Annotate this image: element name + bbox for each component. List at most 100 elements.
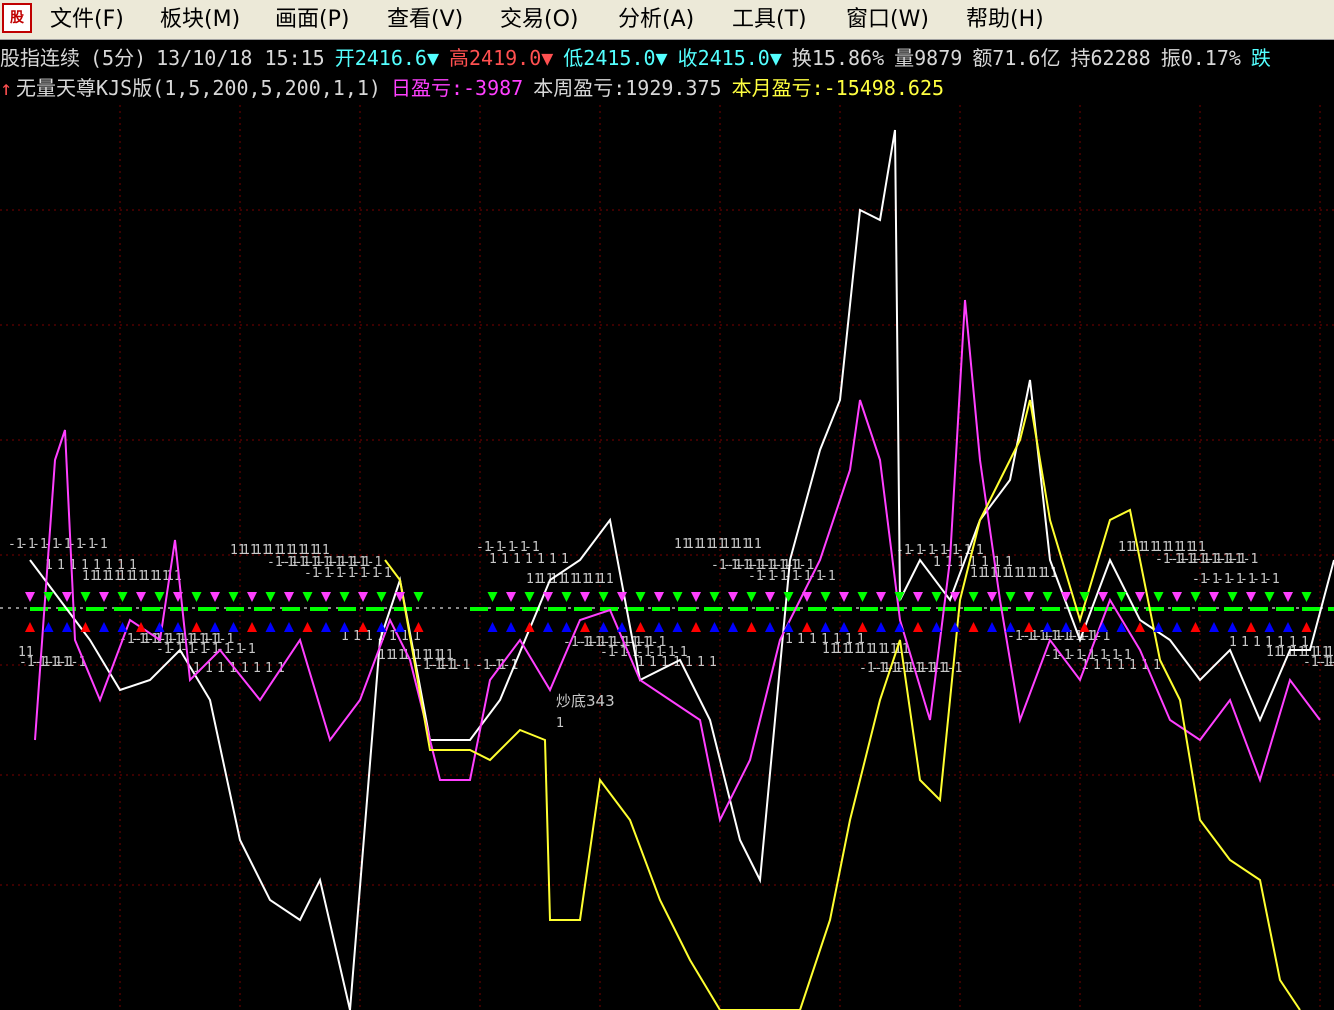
blue-up-triangle-icon bbox=[617, 622, 627, 632]
blue-up-triangle-icon bbox=[1042, 622, 1053, 632]
signal-band-text: 1 bbox=[105, 558, 113, 573]
open-interest: 持62288 bbox=[1070, 46, 1151, 70]
magenta-down-triangle-icon bbox=[284, 592, 294, 602]
blue-up-triangle-icon bbox=[395, 622, 405, 632]
blue-up-triangle-icon bbox=[987, 622, 997, 632]
monthly-pnl: 本月盈亏:-15498.625 bbox=[731, 76, 945, 100]
blue-up-triangle-icon bbox=[1061, 622, 1071, 632]
green-down-triangle-icon bbox=[1153, 592, 1164, 602]
signal-band-text: -1 bbox=[92, 537, 108, 552]
blue-up-triangle-icon bbox=[43, 622, 54, 632]
green-down-triangle-icon bbox=[413, 592, 424, 602]
red-up-arrow-icon: ↑ bbox=[0, 76, 13, 100]
signal-band-text: -1-1 bbox=[203, 632, 234, 647]
signal-band-text: 11 bbox=[746, 537, 762, 552]
signal-band-text: 1 bbox=[1301, 635, 1309, 650]
signal-band-text: -1-1 bbox=[635, 635, 666, 650]
red-up-triangle-icon bbox=[1301, 622, 1312, 632]
signal-band-text: -1 bbox=[524, 540, 540, 555]
red-up-triangle-icon bbox=[1079, 622, 1090, 632]
signal-band-text: 1 bbox=[697, 655, 705, 670]
green-down-triangle-icon bbox=[524, 592, 535, 602]
signal-band-text: -1-1 bbox=[351, 555, 382, 570]
signal-band-text: 1 bbox=[1289, 635, 1297, 650]
instrument-name: 股指连续 bbox=[0, 46, 80, 70]
magenta-down-triangle-icon bbox=[765, 592, 775, 602]
datetime: 13/10/18 15:15 bbox=[156, 46, 325, 70]
signal-band-text: 1 bbox=[833, 632, 841, 647]
blue-up-triangle-icon bbox=[117, 622, 128, 632]
blue-up-triangle-icon bbox=[339, 622, 350, 632]
white-indicator-line bbox=[29, 129, 1334, 1010]
magenta-down-triangle-icon bbox=[1024, 592, 1034, 602]
indicator-formula[interactable]: 无量天尊KJS版(1,5,200,5,200,1,1) bbox=[16, 76, 381, 100]
red-up-triangle-icon bbox=[913, 622, 923, 632]
open-price: 开2416.6▼ bbox=[334, 46, 439, 70]
blue-up-triangle-icon bbox=[1153, 622, 1164, 632]
signal-band-text: 11 bbox=[1190, 540, 1206, 555]
signal-band-text: 1 bbox=[1229, 635, 1237, 650]
chart-annotation: 炒底343 bbox=[556, 692, 615, 710]
blue-up-triangle-icon bbox=[820, 622, 831, 632]
signal-band-text: 1 bbox=[1241, 635, 1249, 650]
green-down-triangle-icon bbox=[1264, 592, 1275, 602]
magenta-down-triangle-icon bbox=[580, 592, 590, 602]
signal-band-text: 1 bbox=[821, 632, 829, 647]
blue-up-triangle-icon bbox=[1172, 622, 1182, 632]
high-price: 高2419.0▼ bbox=[449, 46, 554, 70]
signal-band-text: 1 bbox=[57, 558, 65, 573]
magenta-indicator-line bbox=[34, 299, 1321, 824]
magenta-down-triangle-icon bbox=[691, 592, 701, 602]
magenta-down-triangle-icon bbox=[25, 592, 35, 602]
signal-band-text: 1 bbox=[253, 661, 261, 676]
red-up-triangle-icon bbox=[968, 622, 979, 632]
red-up-triangle-icon bbox=[524, 622, 535, 632]
blue-up-triangle-icon bbox=[728, 622, 738, 632]
green-down-triangle-icon bbox=[117, 592, 128, 602]
signal-band-text: 1 bbox=[265, 661, 273, 676]
magenta-down-triangle-icon bbox=[913, 592, 923, 602]
signal-band-text: -1-1 bbox=[783, 558, 814, 573]
signal-band-text: -1 bbox=[1116, 648, 1132, 663]
green-down-triangle-icon bbox=[1042, 592, 1053, 602]
green-down-triangle-icon bbox=[154, 592, 165, 602]
signal-band-text: 11 bbox=[18, 645, 34, 660]
signal-band-text: 1 bbox=[217, 661, 225, 676]
green-down-triangle-icon bbox=[1079, 592, 1090, 602]
signal-band-text: 1 bbox=[241, 661, 249, 676]
indicator-chart[interactable]: -1111-1-1-1111-1-1-1111-1-1111-1-1-1111-… bbox=[0, 0, 1334, 1010]
signal-band-text: 1 bbox=[857, 632, 865, 647]
blue-up-triangle-icon bbox=[1264, 622, 1275, 632]
signal-band-text: -1 bbox=[240, 642, 256, 657]
green-down-triangle-icon bbox=[1227, 592, 1238, 602]
change-label: 跌 bbox=[1250, 46, 1271, 70]
green-down-triangle-icon bbox=[1190, 592, 1201, 602]
magenta-down-triangle-icon bbox=[1246, 592, 1256, 602]
red-up-triangle-icon bbox=[25, 622, 35, 632]
blue-up-triangle-icon bbox=[709, 622, 720, 632]
magenta-down-triangle-icon bbox=[987, 592, 997, 602]
blue-up-triangle-icon bbox=[672, 622, 683, 632]
signal-band-text: 1 bbox=[117, 558, 125, 573]
signal-markers bbox=[25, 592, 1312, 632]
signal-band-text: 1 bbox=[69, 558, 77, 573]
amplitude: 振0.17% bbox=[1160, 46, 1241, 70]
volume: 量9879 bbox=[894, 46, 963, 70]
signal-band-text: 1 bbox=[797, 632, 805, 647]
green-down-triangle-icon bbox=[709, 592, 720, 602]
green-down-triangle-icon bbox=[783, 592, 794, 602]
green-down-triangle-icon bbox=[487, 592, 498, 602]
red-up-triangle-icon bbox=[580, 622, 590, 632]
low-price: 低2415.0▼ bbox=[563, 46, 668, 70]
daily-pnl: 日盈亏:-3987 bbox=[390, 76, 524, 100]
amount: 额71.6亿 bbox=[972, 46, 1061, 70]
magenta-down-triangle-icon bbox=[210, 592, 220, 602]
signal-band-text: 1 bbox=[81, 558, 89, 573]
green-down-triangle-icon bbox=[820, 592, 831, 602]
blue-up-triangle-icon bbox=[543, 622, 553, 632]
quote-info-bar: 股指连续 (5分) 13/10/18 15:15 开2416.6▼ 高2419.0▼ 低2… bbox=[0, 42, 1334, 74]
magenta-down-triangle-icon bbox=[1061, 592, 1071, 602]
blue-up-triangle-icon bbox=[1005, 622, 1016, 632]
green-down-triangle-icon bbox=[191, 592, 202, 602]
blue-up-triangle-icon bbox=[876, 622, 886, 632]
